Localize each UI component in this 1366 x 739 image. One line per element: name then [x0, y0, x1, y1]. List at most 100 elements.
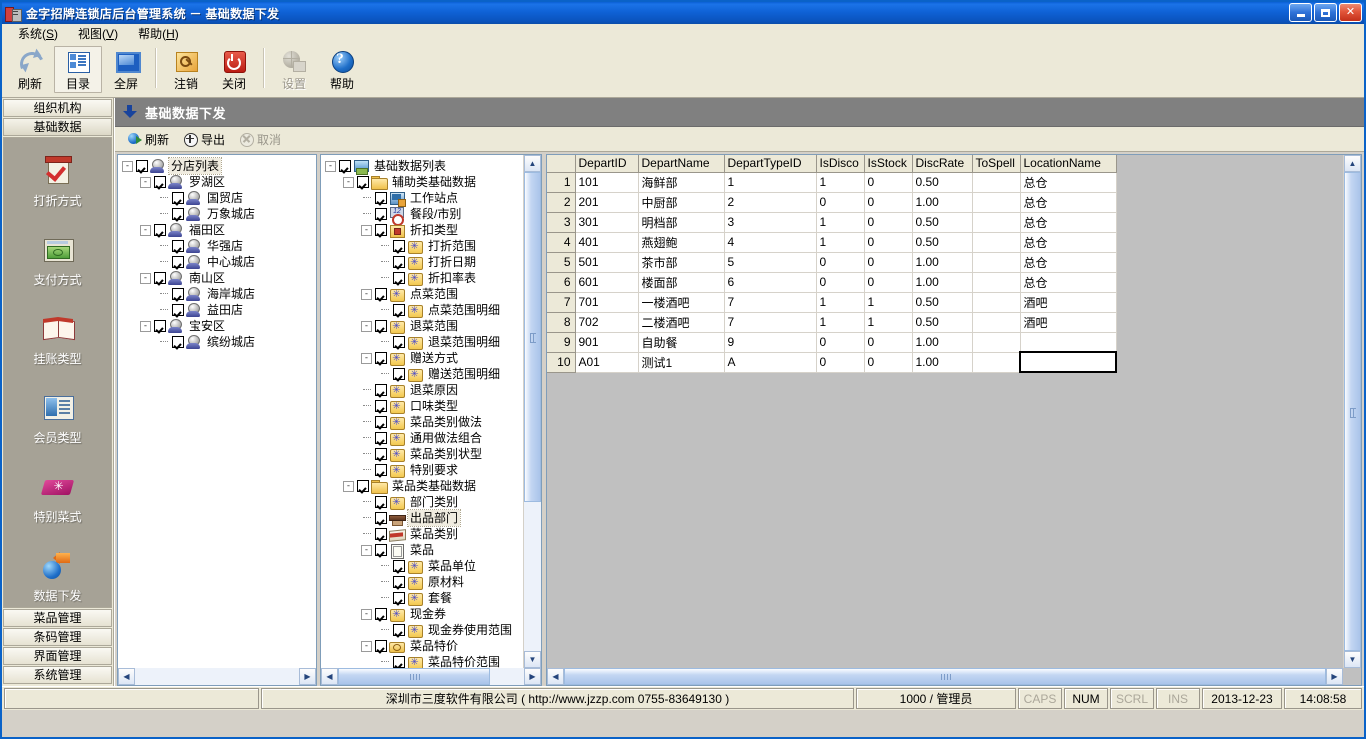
grid-cell[interactable]: 601: [575, 272, 639, 293]
grid-row-header[interactable]: 5: [547, 252, 576, 273]
toolbar-button-catalog[interactable]: 目录: [54, 46, 102, 93]
grid-column-header[interactable]: ToSpell: [972, 155, 1021, 173]
grid-cell[interactable]: 总仓: [1020, 172, 1117, 193]
grid-corner[interactable]: [547, 155, 576, 173]
tree-node[interactable]: ✳ 折扣率表: [325, 270, 523, 286]
grid-cell[interactable]: 701: [575, 292, 639, 313]
grid-row-header[interactable]: 6: [547, 272, 576, 293]
tree-checkbox[interactable]: [357, 480, 369, 492]
tree-checkbox[interactable]: [154, 176, 166, 188]
tree-checkbox[interactable]: [393, 656, 405, 668]
grid-cell[interactable]: 7: [724, 312, 817, 333]
grid-cell[interactable]: 总仓: [1020, 232, 1117, 253]
hscroll-thumb[interactable]: [338, 668, 490, 685]
tree-checkbox[interactable]: [375, 512, 387, 524]
toolbar-button-refresh[interactable]: 刷新: [6, 46, 54, 93]
grid-cell[interactable]: 0: [864, 272, 913, 293]
tree-node[interactable]: - ✳ 点菜范围: [325, 286, 523, 302]
data-tree[interactable]: - 基础数据列表 - 辅助类基础数据 工作站点 12 餐段/市别 - 折扣类型 ✳ 打折范围 ✳ 打折日…: [321, 155, 541, 685]
grid-cell[interactable]: 燕翅鲍: [638, 232, 725, 253]
grid-cell[interactable]: 9: [724, 332, 817, 353]
grid-column-header[interactable]: IsStock: [864, 155, 913, 173]
tree-node[interactable]: 菜品类别: [325, 526, 523, 542]
table-row[interactable]: 4 401 燕翅鲍 4 1 0 0.50 总仓: [547, 232, 1117, 253]
tree-checkbox[interactable]: [393, 576, 405, 588]
tree-checkbox[interactable]: [375, 208, 387, 220]
maximize-button[interactable]: [1314, 3, 1337, 22]
grid-cell[interactable]: 1: [816, 172, 865, 193]
table-row[interactable]: 8 702 二楼酒吧 7 1 1 0.50 酒吧: [547, 312, 1117, 333]
table-row[interactable]: 3 301 明档部 3 1 0 0.50 总仓: [547, 212, 1117, 233]
grid-cell[interactable]: 茶市部: [638, 252, 725, 273]
tree-node[interactable]: ✳ 点菜范围明细: [325, 302, 523, 318]
tree-checkbox[interactable]: [375, 384, 387, 396]
grid-cell[interactable]: 1: [816, 292, 865, 313]
tree-checkbox[interactable]: [375, 608, 387, 620]
grid-cell[interactable]: 总仓: [1020, 192, 1117, 213]
tree-checkbox[interactable]: [136, 160, 148, 172]
tree-expander-icon[interactable]: -: [140, 272, 151, 284]
grid-cell[interactable]: 0.50: [912, 212, 973, 233]
grid-cell[interactable]: 总仓: [1020, 212, 1117, 233]
scroll-up-icon[interactable]: ▲: [524, 155, 541, 172]
tree-node[interactable]: 出品部门: [325, 509, 523, 527]
refresh-action[interactable]: 刷新: [122, 130, 174, 149]
tree-checkbox[interactable]: [154, 224, 166, 236]
tree-node[interactable]: - 福田区: [122, 222, 316, 238]
branch-tree[interactable]: - 分店列表 - 罗湖区 国贸店 万象城店 - 福田区 华强店 中心城店 - 南山区 海岸城店 益田店 - 宝…: [118, 155, 316, 350]
menu-view[interactable]: 视图(V): [68, 23, 128, 44]
tree-checkbox[interactable]: [357, 176, 369, 188]
grid-cell[interactable]: 301: [575, 212, 639, 233]
tree-checkbox[interactable]: [393, 240, 405, 252]
tree-node[interactable]: - 宝安区: [122, 318, 316, 334]
tree-expander-icon[interactable]: -: [361, 352, 372, 364]
grid-cell[interactable]: 901: [575, 332, 639, 353]
table-row[interactable]: 6 601 楼面部 6 0 0 1.00 总仓: [547, 272, 1117, 293]
grid-cell[interactable]: 测试1: [638, 352, 725, 373]
scroll-right-icon[interactable]: ▶: [299, 668, 316, 685]
vscroll-thumb[interactable]: [524, 172, 541, 502]
data-tree-vscrollbar[interactable]: ▲ ▼: [523, 155, 541, 668]
tree-expander-icon[interactable]: -: [343, 176, 354, 188]
sidebar-group-dish-management[interactable]: 菜品管理: [3, 609, 112, 627]
grid-cell[interactable]: 1.00: [912, 272, 973, 293]
sidebar-group-ui-management[interactable]: 界面管理: [3, 647, 112, 665]
tree-node[interactable]: - 辅助类基础数据: [325, 174, 523, 190]
table-row[interactable]: 2 201 中厨部 2 0 0 1.00 总仓: [547, 192, 1117, 213]
table-row[interactable]: 10 A01 测试1 A 0 0 1.00: [547, 351, 1117, 373]
tree-checkbox[interactable]: [375, 544, 387, 556]
grid-cell[interactable]: 1.00: [912, 252, 973, 273]
tree-node[interactable]: ✳ 部门类别: [325, 494, 523, 510]
tree-expander-icon[interactable]: -: [122, 160, 133, 172]
grid-cell[interactable]: 0: [864, 332, 913, 353]
tree-expander-icon[interactable]: -: [140, 176, 151, 188]
grid-cell[interactable]: 0.50: [912, 292, 973, 313]
table-row[interactable]: 5 501 茶市部 5 0 0 1.00 总仓: [547, 252, 1117, 273]
grid-cell[interactable]: 3: [724, 212, 817, 233]
tree-node[interactable]: 益田店: [122, 302, 316, 318]
tree-node[interactable]: - ✳ 现金券: [325, 606, 523, 622]
tree-node[interactable]: ✳ 退菜范围明细: [325, 334, 523, 350]
grid-cell[interactable]: 101: [575, 172, 639, 193]
sidebar-item-credit-type[interactable]: 挂账类型: [4, 301, 111, 380]
tree-checkbox[interactable]: [172, 256, 184, 268]
grid-cell[interactable]: 0: [816, 332, 865, 353]
tree-node[interactable]: - 菜品特价: [325, 638, 523, 654]
scroll-up-icon[interactable]: ▲: [1344, 155, 1361, 172]
tree-node[interactable]: 华强店: [122, 238, 316, 254]
grid-cell[interactable]: 0: [864, 212, 913, 233]
tree-checkbox[interactable]: [393, 256, 405, 268]
grid-hscrollbar[interactable]: ◀ ▶: [547, 668, 1343, 685]
tree-node[interactable]: 国贸店: [122, 190, 316, 206]
close-button[interactable]: ✕: [1339, 3, 1362, 22]
toolbar-button-exit[interactable]: 关闭: [210, 46, 258, 93]
grid-row-header[interactable]: 10: [547, 352, 576, 373]
tree-checkbox[interactable]: [393, 304, 405, 316]
grid-cell[interactable]: 0.50: [912, 312, 973, 333]
tree-checkbox[interactable]: [375, 640, 387, 652]
tree-node[interactable]: ✳ 口味类型: [325, 398, 523, 414]
grid-cell[interactable]: [972, 192, 1021, 213]
grid-cell-focused[interactable]: [1019, 351, 1117, 373]
tree-checkbox[interactable]: [375, 448, 387, 460]
toolbar-button-fullscreen[interactable]: 全屏: [102, 46, 150, 93]
